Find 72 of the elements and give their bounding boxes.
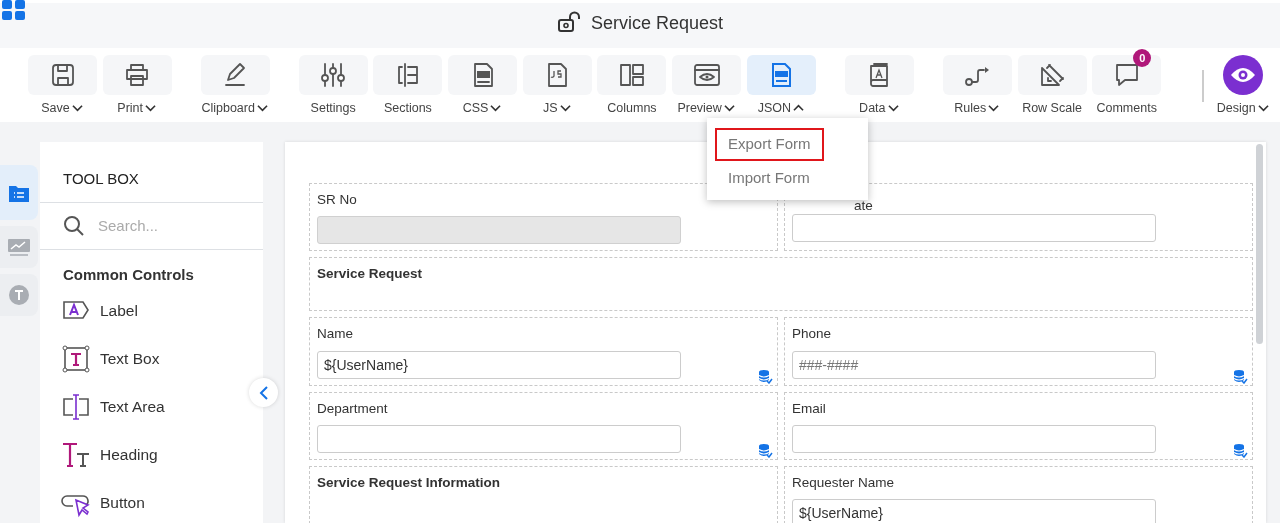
toolbar-label[interactable]: Settings — [310, 99, 356, 118]
field-label: Email — [792, 399, 827, 418]
toolbar-button[interactable] — [1017, 55, 1087, 95]
toolbox-item[interactable]: Text Box — [100, 346, 160, 371]
field-label: ate — [853, 197, 874, 214]
list-folder-icon — [8, 183, 30, 202]
toolbar-label[interactable]: Design — [1216, 99, 1270, 118]
toolbar-button[interactable] — [28, 55, 97, 95]
chevron-left-icon — [258, 384, 269, 401]
toolbar-button[interactable] — [746, 55, 816, 95]
toolbar-label[interactable]: Data — [859, 99, 900, 118]
toolbar-label[interactable]: Columns — [607, 99, 657, 118]
template-icon — [8, 284, 30, 306]
database-icon[interactable] — [1233, 442, 1248, 458]
menu-item[interactable]: Import Form — [715, 162, 823, 195]
panel-title: TOOL BOX — [62, 169, 140, 189]
toolbar-button[interactable] — [942, 55, 1012, 95]
database-icon[interactable] — [758, 442, 773, 458]
toolbar-button[interactable] — [102, 55, 172, 95]
input-field[interactable]: ${UserName} — [317, 350, 681, 379]
eye-icon — [1229, 65, 1258, 85]
input-field[interactable]: ###-#### — [792, 350, 1156, 379]
toolbar-button[interactable] — [522, 55, 592, 95]
scrollbar[interactable] — [1256, 144, 1263, 344]
app-grid-icon[interactable] — [0, 0, 28, 22]
toolbar-button[interactable] — [1092, 55, 1162, 95]
section-heading: Common Controls — [62, 265, 195, 285]
section-heading: Service Request — [317, 265, 424, 284]
field-label: Requester Name — [792, 473, 896, 492]
toolbar-button[interactable] — [200, 55, 270, 95]
toolbar-button[interactable] — [844, 55, 914, 95]
sidebar-tab[interactable] — [0, 165, 38, 220]
toolbar-label[interactable]: Rules — [954, 99, 1001, 118]
toolbox-item[interactable]: Heading — [100, 442, 158, 467]
toolbar-button[interactable] — [373, 55, 443, 95]
field-label: Phone — [792, 325, 833, 344]
textbox-icon — [61, 343, 91, 374]
toolbox-item[interactable]: Text Area — [100, 394, 165, 419]
design-button[interactable] — [1223, 55, 1264, 95]
toolbox-item[interactable]: Button — [100, 490, 145, 515]
input-field[interactable] — [792, 213, 1156, 242]
unlock-icon[interactable] — [556, 11, 583, 35]
form-title: Service Request — [590, 11, 724, 35]
toolbar-button[interactable] — [597, 55, 667, 95]
count-badge: 0 — [1133, 49, 1152, 67]
toolbar-button[interactable] — [448, 55, 518, 95]
toolbar-button[interactable] — [672, 55, 742, 95]
menu-item[interactable]: Export Form — [715, 128, 824, 161]
toolbar-label[interactable]: JSON — [757, 99, 805, 118]
toolbar-label[interactable]: Save — [41, 99, 84, 118]
toolbar-button[interactable] — [298, 55, 368, 95]
toolbar-label[interactable]: JS — [542, 99, 572, 118]
toolbox-item[interactable]: Label — [100, 298, 138, 323]
toolbar-label[interactable]: Comments — [1096, 99, 1157, 118]
database-icon[interactable] — [758, 368, 773, 384]
section-heading: Service Request Information — [317, 473, 502, 492]
field-label: Name — [317, 325, 354, 344]
input-field[interactable] — [792, 424, 1156, 453]
toolbar-label[interactable]: Sections — [383, 99, 432, 118]
chart-icon — [7, 237, 31, 257]
input-field[interactable] — [317, 424, 681, 453]
textarea-icon — [61, 391, 91, 422]
toolbar-label[interactable]: Clipboard — [201, 99, 269, 118]
toolbar-label[interactable]: Row Scale — [1022, 99, 1082, 118]
database-icon[interactable] — [1233, 368, 1248, 384]
toolbar-label[interactable]: Preview — [677, 99, 736, 118]
toolbar-label[interactable]: CSS — [462, 99, 503, 118]
toolbar-label[interactable]: Print — [117, 99, 158, 118]
search-icon — [63, 215, 85, 237]
field-label: SR No — [317, 191, 358, 209]
input-field[interactable]: ${UserName} — [792, 499, 1156, 523]
field-label: Department — [317, 399, 389, 418]
